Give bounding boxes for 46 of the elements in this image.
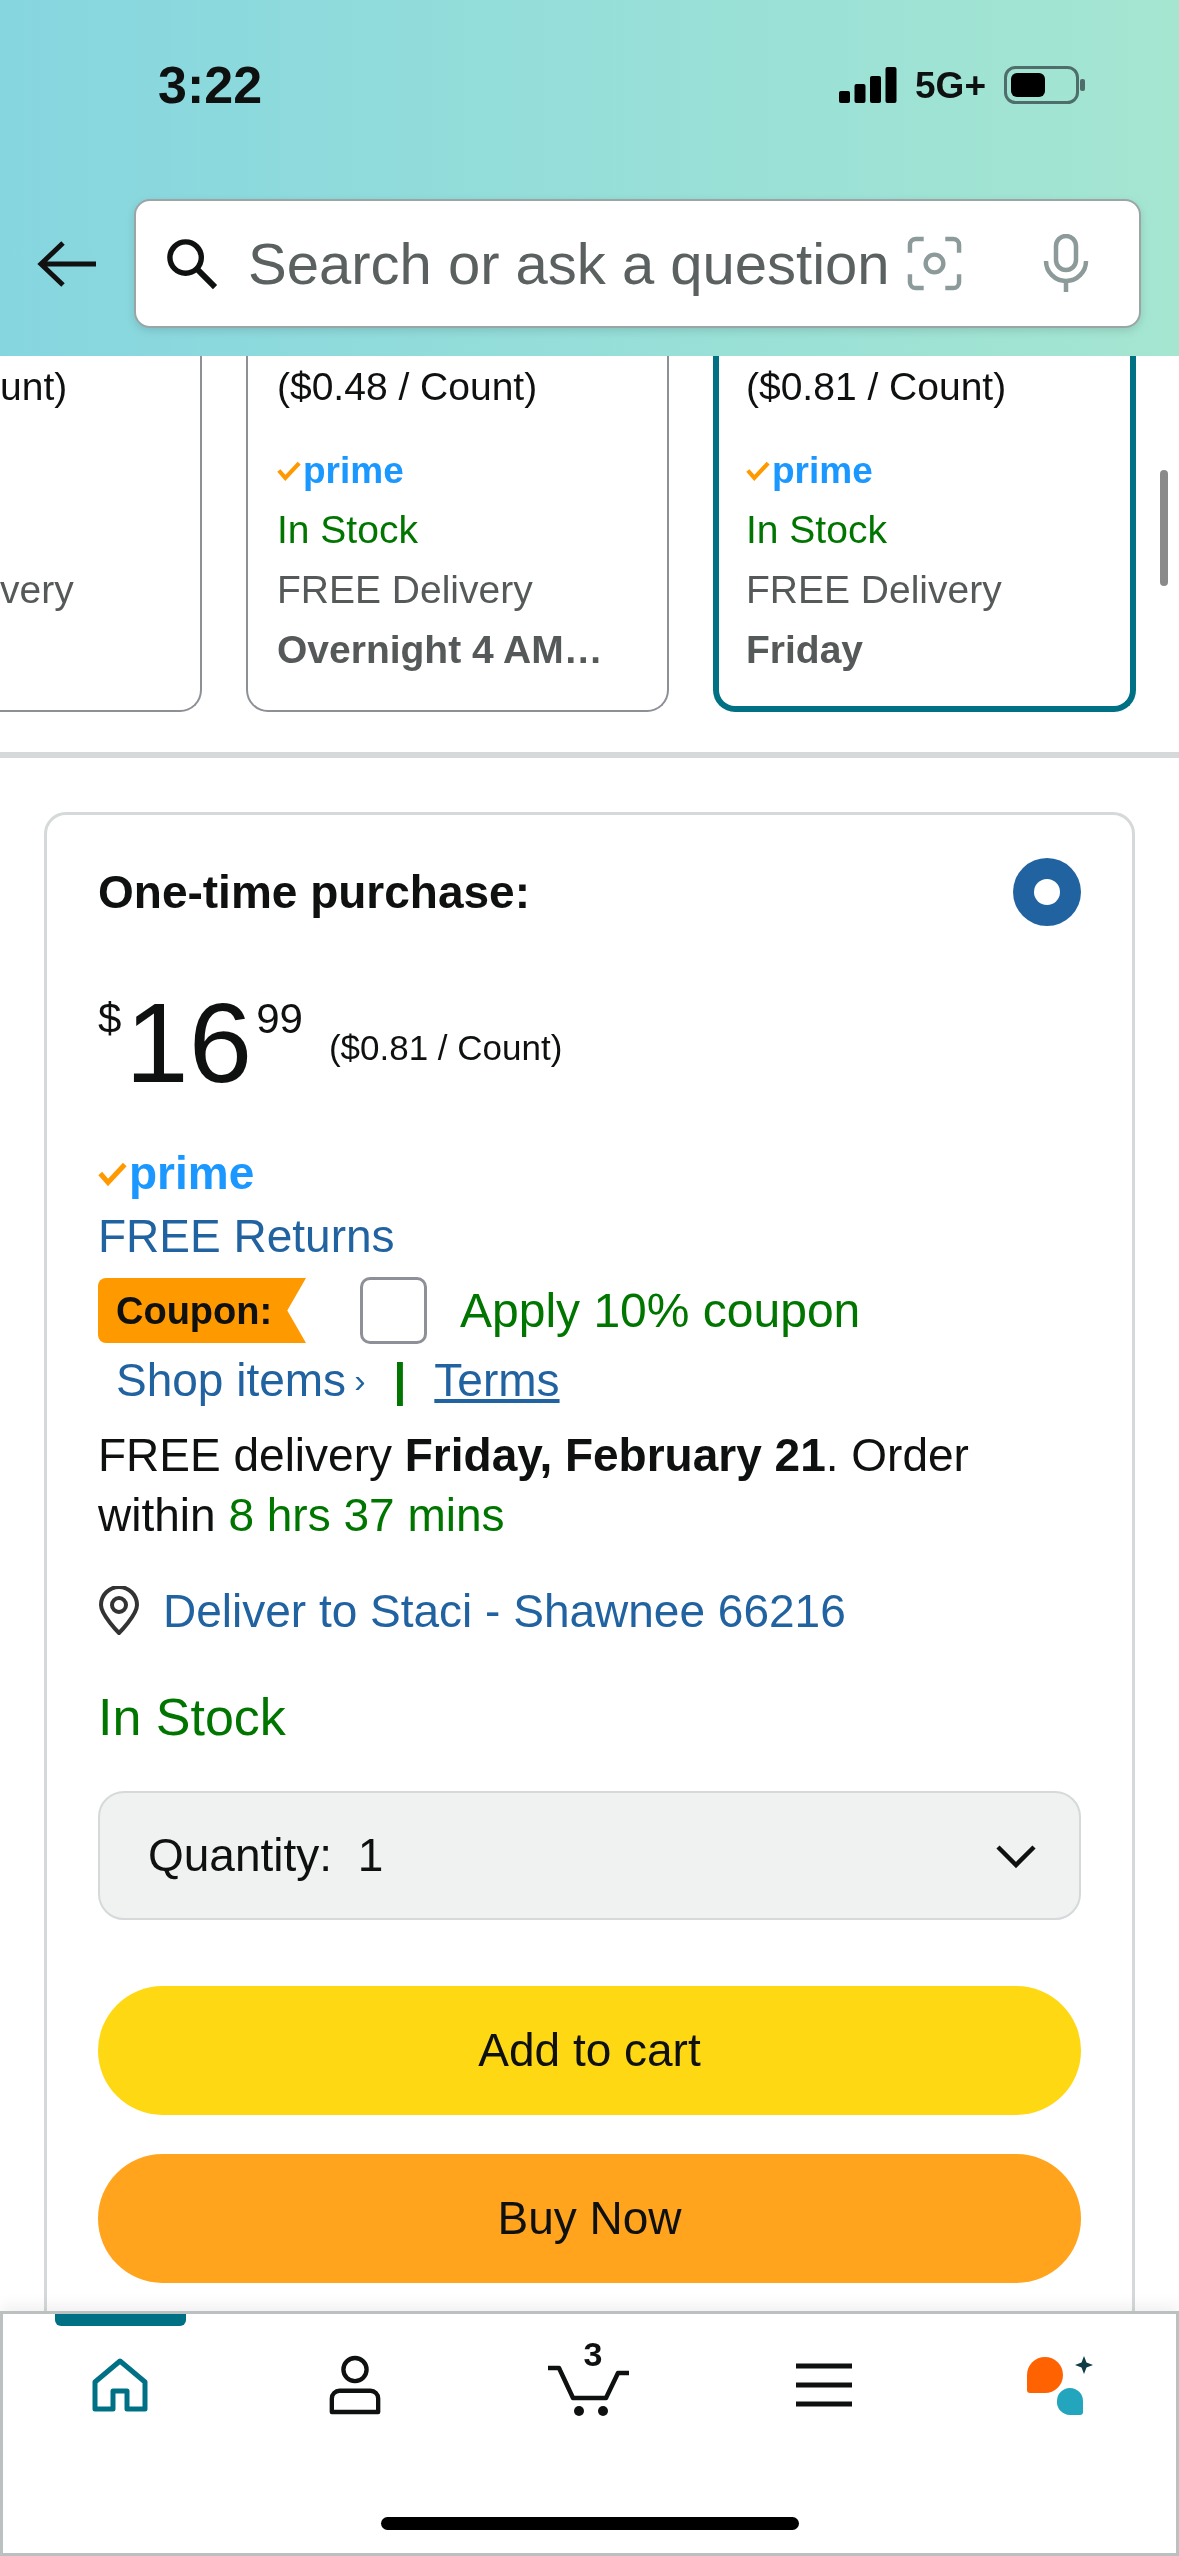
back-arrow-icon [36, 239, 98, 288]
terms-link[interactable]: Terms [434, 1357, 560, 1403]
deliver-to-link[interactable]: Deliver to Staci - Shawnee 66216 [163, 1588, 846, 1634]
menu-icon [796, 2363, 853, 2407]
checkmark-icon [746, 459, 770, 481]
stock-status: In Stock [746, 507, 887, 553]
delivery-label: very [0, 567, 74, 613]
signal-icon [839, 67, 898, 103]
unit-price: unt) [0, 364, 68, 410]
offer-card[interactable]: ($0.81 / Count) prime In Stock FREE Delivery Friday [713, 356, 1136, 712]
delivery-time: Friday [746, 627, 864, 673]
cart-tab[interactable]: 3 [472, 2314, 707, 2444]
checkmark-icon [277, 459, 301, 481]
back-button[interactable] [36, 239, 98, 288]
location-pin-icon [98, 1586, 140, 1636]
coupon-badge: Coupon: [98, 1278, 306, 1343]
delivery-label: FREE Delivery [277, 567, 533, 613]
stock-status: In Stock [98, 1687, 286, 1748]
battery-icon [1004, 66, 1085, 104]
network-label: 5G+ [915, 66, 986, 104]
unit-price: ($0.48 / Count) [277, 364, 538, 410]
search-icon [165, 237, 218, 290]
buy-now-button[interactable]: Buy Now [98, 2154, 1081, 2283]
free-returns-link[interactable]: FREE Returns [98, 1208, 395, 1264]
chevron-down-icon [995, 1843, 1037, 1868]
prime-label: prime [772, 451, 873, 489]
prime-label: prime [303, 451, 404, 489]
coupon-label: Apply 10% coupon [460, 1286, 861, 1335]
unit-price: ($0.81 / Count) [328, 1030, 563, 1065]
microphone-icon [1041, 233, 1091, 294]
offer-card[interactable]: unt) very [0, 356, 202, 712]
add-to-cart-button[interactable]: Add to cart [98, 1986, 1081, 2115]
home-icon [92, 2358, 149, 2412]
delivery-time: Overnight 4 AM… [277, 627, 603, 673]
search-field[interactable]: Search or ask a question [134, 199, 1141, 328]
stock-status: In Stock [277, 507, 418, 553]
checkbox[interactable] [360, 1277, 427, 1344]
delivery-label: FREE Delivery [746, 567, 1002, 613]
unit-price: ($0.81 / Count) [746, 364, 1007, 410]
quantity-dropdown[interactable]: Quantity: 1 [98, 1791, 1081, 1920]
checkmark-icon [98, 1160, 127, 1186]
offer-card[interactable]: ($0.48 / Count) prime In Stock FREE Delivery Overnight 4 AM… [246, 356, 669, 712]
cart-count: 3 [583, 2337, 603, 2371]
status-time: 3:22 [158, 59, 263, 111]
delivery-message: FREE delivery Friday, February 21. Order within 8 hrs 37 mins [98, 1428, 970, 1543]
scan-icon [907, 236, 962, 291]
